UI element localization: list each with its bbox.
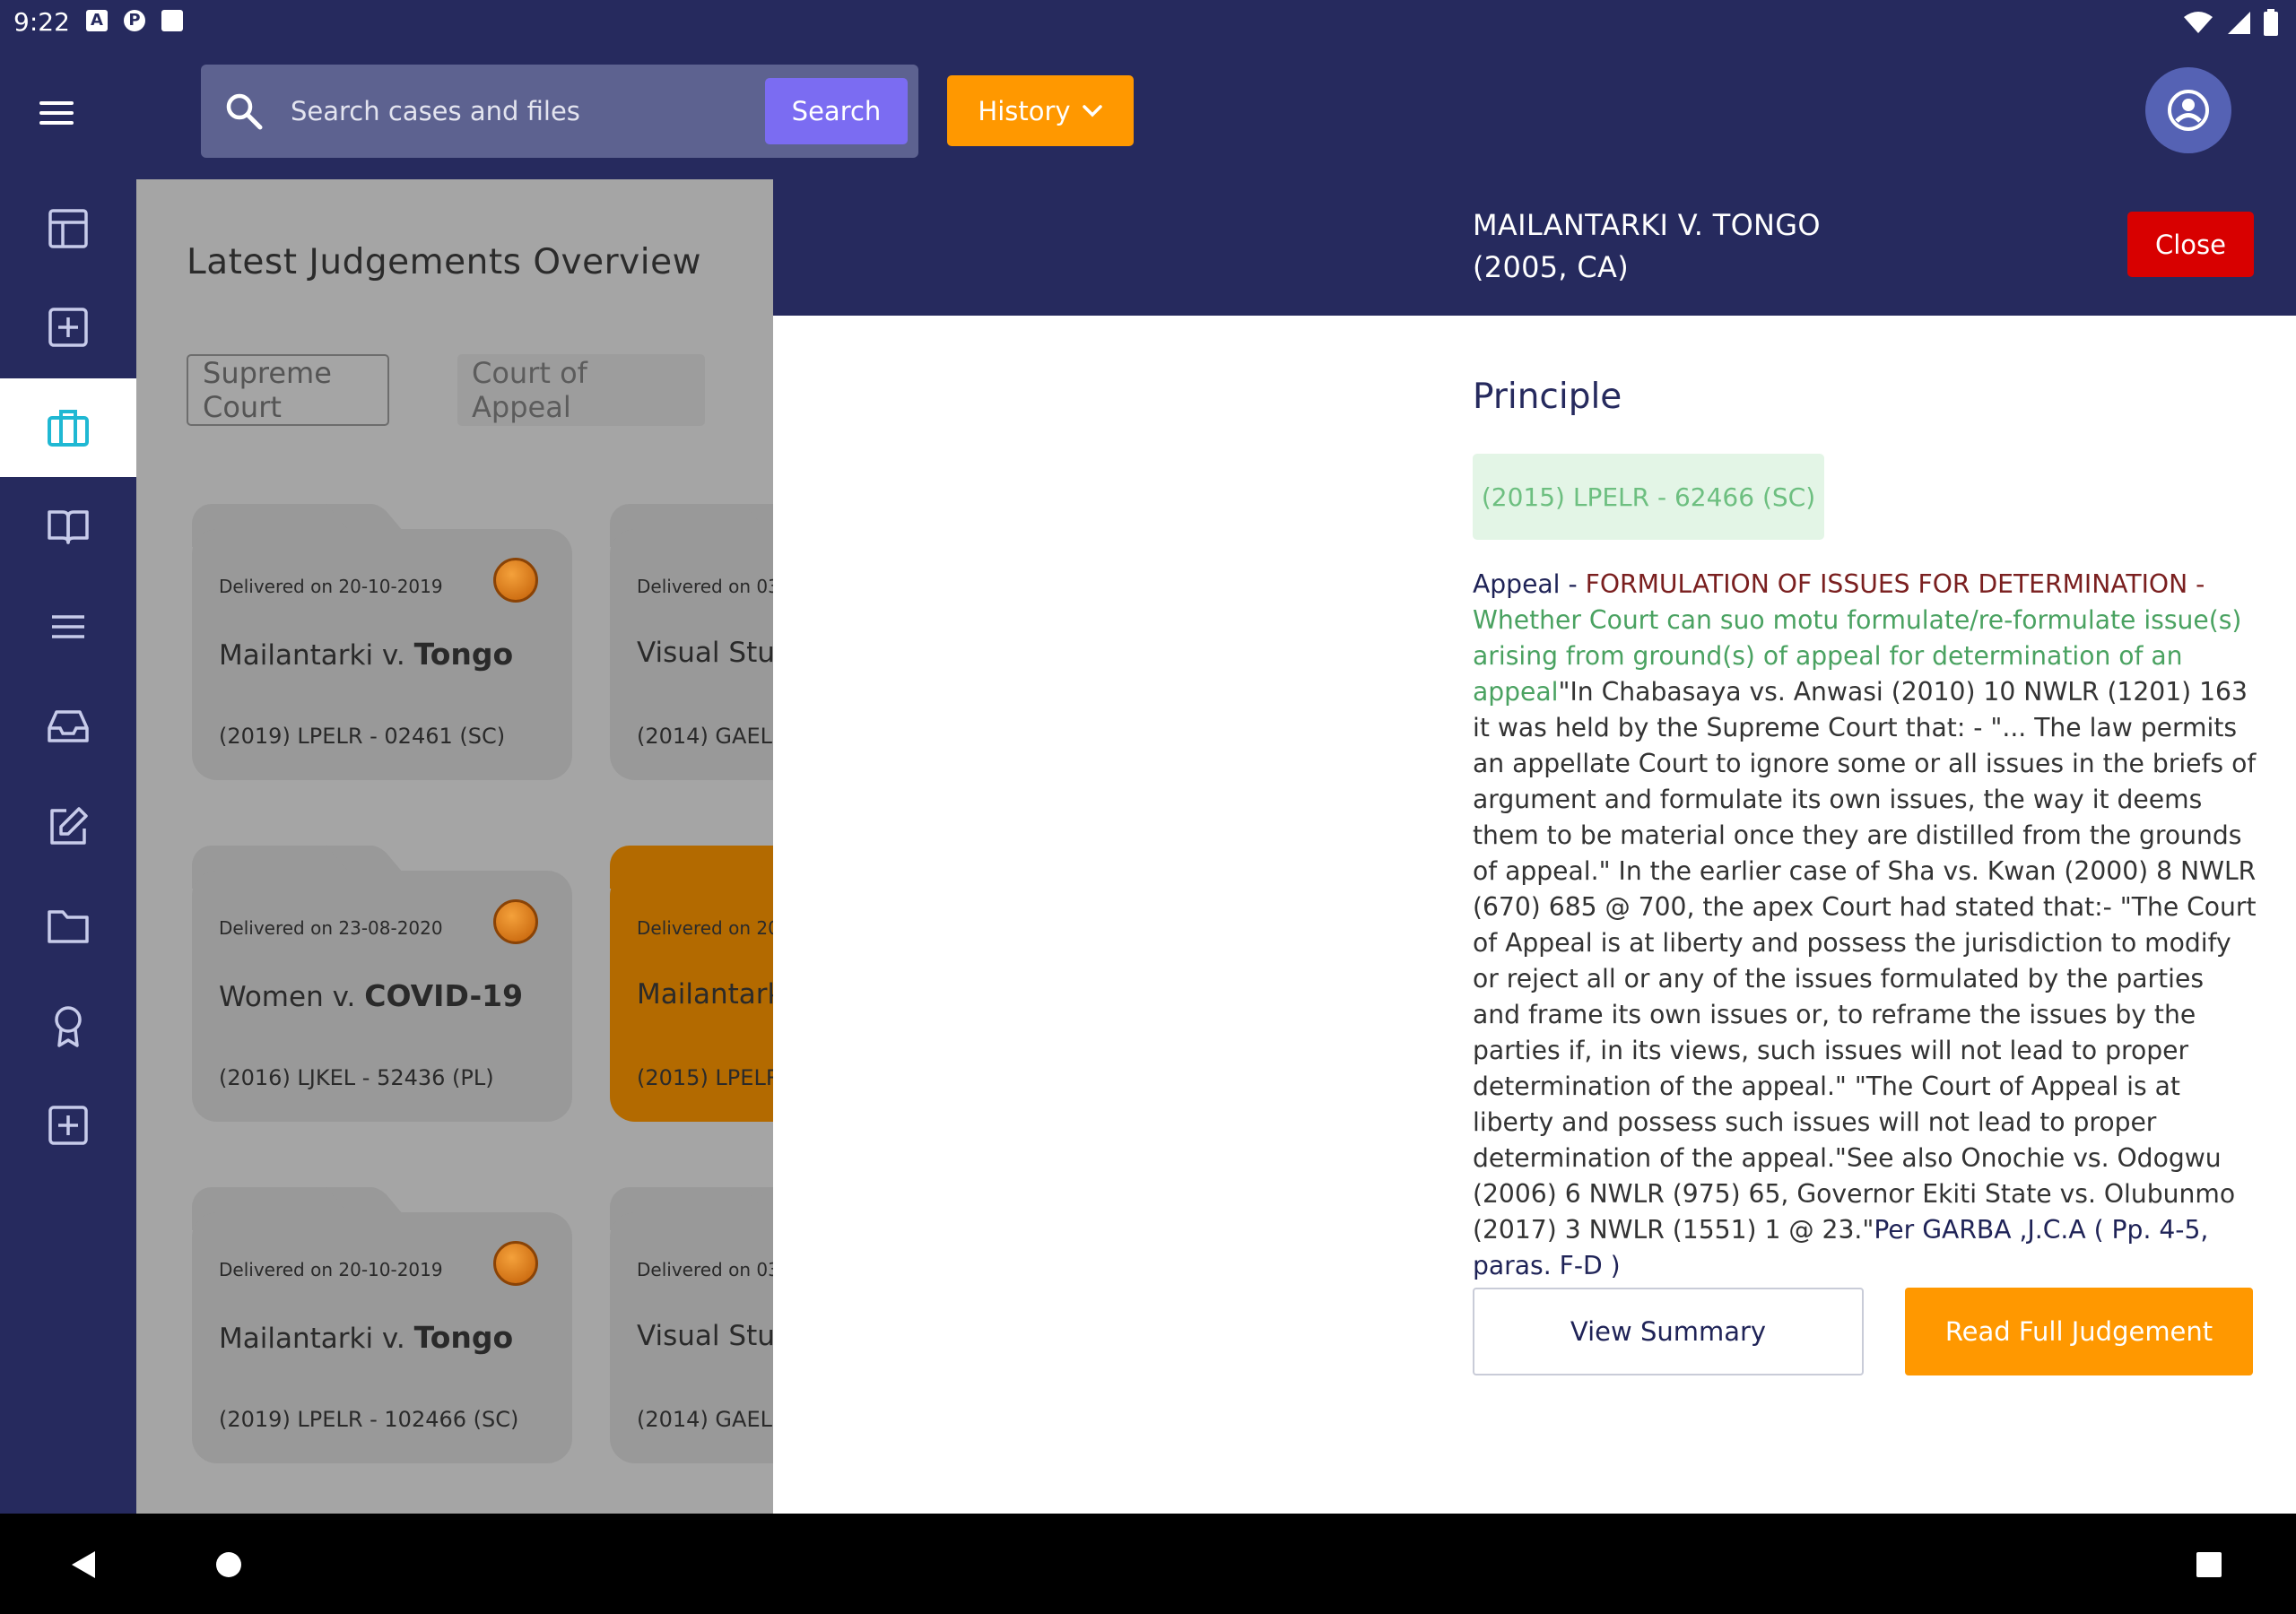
detail-header: MAILANTARKI V. TONGO (2005, CA) Close: [773, 179, 2296, 316]
court-seal-icon: [493, 899, 538, 944]
judgement-card-selected[interactable]: Delivered on 20 Mailantarki (2015) LPELR: [610, 846, 773, 1122]
folder-icon: [48, 910, 89, 943]
search-button[interactable]: Search: [765, 78, 908, 144]
system-nav-bar: [0, 1514, 2296, 1614]
add-box-icon: [48, 308, 88, 347]
add-box-icon: [48, 1106, 88, 1145]
recents-icon[interactable]: [2196, 1552, 2222, 1577]
card-citation: (2019) LPELR - 102466 (SC): [219, 1407, 519, 1432]
judgements-overview-panel: Latest Judgements Overview Supreme Court…: [136, 179, 773, 1514]
overview-title: Latest Judgements Overview: [187, 242, 701, 282]
account-icon: [2168, 90, 2209, 131]
sidebar-item-add-2[interactable]: [0, 1076, 136, 1175]
edit-icon: [50, 807, 88, 845]
filter-supreme-court[interactable]: Supreme Court: [187, 354, 389, 426]
court-seal-icon: [493, 558, 538, 603]
court-seal-icon: [493, 1241, 538, 1286]
a-icon: A: [86, 10, 108, 31]
sidebar-item-add[interactable]: [0, 278, 136, 377]
sd-card-icon: [161, 10, 183, 31]
sidebar-item-dashboard[interactable]: [0, 179, 136, 278]
judgement-card[interactable]: Delivered on 03 Visual Stuc (2014) GAELS: [610, 1187, 773, 1463]
sidebar-item-folder[interactable]: [0, 877, 136, 976]
principle-subject: Appeal -: [1473, 569, 1586, 599]
sidebar-item-list[interactable]: [0, 577, 136, 676]
card-date: Delivered on 03: [637, 1259, 773, 1280]
filter-court-of-appeal[interactable]: Court of Appeal: [457, 354, 705, 426]
card-date: Delivered on 20-10-2019: [219, 1259, 443, 1280]
card-title: Visual Stuc: [637, 637, 773, 669]
card-date: Delivered on 20: [637, 917, 773, 939]
card-date: Delivered on 20-10-2019: [219, 576, 443, 597]
award-icon: [55, 1006, 82, 1047]
sidebar-item-edit[interactable]: [0, 777, 136, 876]
judgement-card[interactable]: Delivered on 23-08-2020 Women v. COVID-1…: [192, 846, 572, 1122]
p-icon: P: [124, 10, 145, 31]
card-date: Delivered on 23-08-2020: [219, 917, 443, 939]
sidebar-item-cases[interactable]: [0, 378, 136, 477]
account-avatar-button[interactable]: [2145, 67, 2231, 153]
wifi-icon: [2184, 12, 2213, 33]
judgement-card[interactable]: Delivered on 03 Visual Stuc (2014) GAELS: [610, 504, 773, 780]
home-icon[interactable]: [215, 1551, 242, 1578]
principle-text: Appeal - FORMULATION OF ISSUES FOR DETER…: [1473, 567, 2258, 1284]
search-icon: [226, 93, 263, 130]
judgement-card[interactable]: Delivered on 20-10-2019 Mailantarki v. T…: [192, 504, 572, 780]
principle-body: "In Chabasaya vs. Anwasi (2010) 10 NWLR …: [1473, 677, 2257, 1245]
back-icon[interactable]: [70, 1549, 97, 1580]
section-heading: Principle: [1473, 377, 1622, 417]
card-title: Visual Stuc: [637, 1320, 773, 1352]
case-detail-panel: MAILANTARKI V. TONGO (2005, CA) Close Pr…: [773, 179, 2296, 1514]
sidebar: [0, 179, 136, 1514]
view-summary-button[interactable]: View Summary: [1473, 1288, 1864, 1375]
briefcase-icon: [48, 410, 89, 447]
card-citation: (2019) LPELR - 02461 (SC): [219, 724, 506, 749]
sidebar-item-inbox[interactable]: [0, 677, 136, 776]
book-icon: [48, 510, 89, 544]
principle-issue: FORMULATION OF ISSUES FOR DETERMINATION …: [1585, 569, 2205, 599]
citation-badge: (2015) LPELR - 62466 (SC): [1473, 454, 1824, 540]
history-dropdown-button[interactable]: History: [947, 75, 1134, 146]
sidebar-item-library[interactable]: [0, 477, 136, 576]
chevron-down-icon: [1082, 104, 1102, 117]
card-citation: (2016) LJKEL - 52436 (PL): [219, 1065, 494, 1090]
card-citation: (2014) GAELS: [637, 724, 773, 749]
read-full-judgement-button[interactable]: Read Full Judgement: [1905, 1288, 2253, 1375]
card-date: Delivered on 03: [637, 576, 773, 597]
card-title: Mailantarki v. Tongo: [219, 637, 514, 672]
sidebar-item-awards[interactable]: [0, 977, 136, 1076]
top-app-bar: Search History: [0, 45, 2296, 179]
case-title: MAILANTARKI V. TONGO (2005, CA): [1473, 204, 1821, 289]
menu-icon[interactable]: [39, 101, 74, 125]
card-citation: (2014) GAELS: [637, 1407, 773, 1432]
case-title-year: (2005, CA): [1473, 250, 1629, 284]
list-icon: [52, 615, 84, 638]
judgement-card[interactable]: Delivered on 20-10-2019 Mailantarki v. T…: [192, 1187, 572, 1463]
history-label: History: [978, 95, 1071, 126]
case-title-name: MAILANTARKI V. TONGO: [1473, 208, 1821, 242]
inbox-icon: [48, 710, 89, 742]
card-title: Women v. COVID-19: [219, 978, 524, 1013]
dashboard-icon: [48, 209, 88, 248]
battery-icon: [2264, 9, 2278, 36]
status-time: 9:22: [13, 7, 70, 37]
close-button[interactable]: Close: [2127, 212, 2254, 277]
card-citation: (2015) LPELR: [637, 1065, 773, 1090]
card-title: Mailantarki v. Tongo: [219, 1320, 514, 1355]
signal-icon: [2228, 12, 2250, 34]
status-bar: 9:22 A P: [0, 0, 2296, 45]
card-title: Mailantarki: [637, 978, 773, 1011]
